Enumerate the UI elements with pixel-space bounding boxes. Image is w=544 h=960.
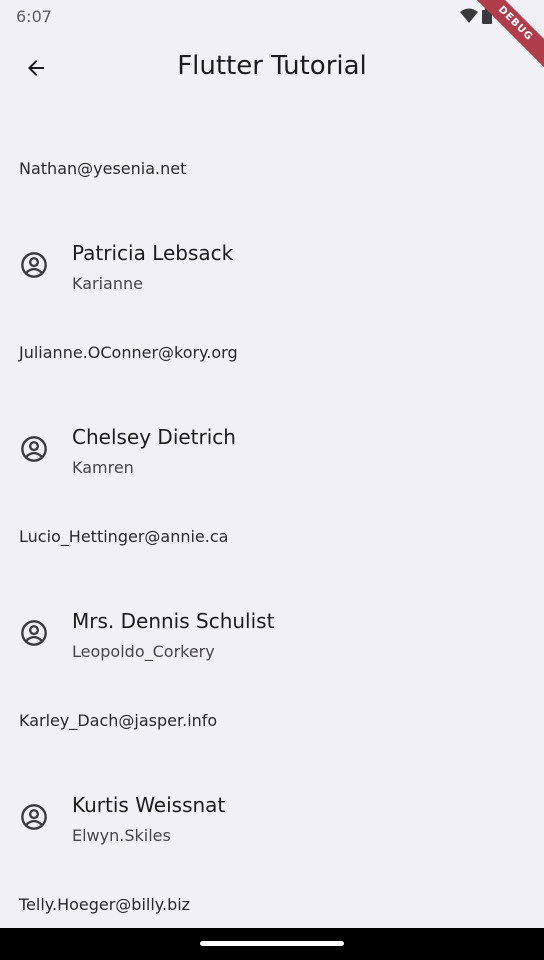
system-navigation-bar [0, 928, 544, 960]
user-list[interactable]: Nathan@yesenia.net Patricia Lebsack Kari… [0, 112, 544, 960]
user-username: Leopoldo_Corkery [72, 642, 215, 661]
home-handle[interactable] [200, 941, 344, 946]
account-circle-icon [21, 804, 47, 830]
list-item-email[interactable]: Karley_Dach@jasper.info [0, 664, 544, 776]
status-bar: 6:07 [0, 0, 544, 34]
user-username: Kamren [72, 458, 134, 477]
list-item-user[interactable]: Chelsey Dietrich Kamren [0, 408, 544, 480]
user-name: Chelsey Dietrich [72, 425, 236, 449]
email-text: Telly.Hoeger@billy.biz [19, 895, 191, 914]
list-item-user[interactable]: Mrs. Dennis Schulist Leopoldo_Corkery [0, 592, 544, 664]
list-item-email[interactable]: Nathan@yesenia.net [0, 112, 544, 224]
account-circle-icon [21, 252, 47, 278]
page-title: Flutter Tutorial [177, 51, 367, 81]
email-text: Lucio_Hettinger@annie.ca [19, 527, 229, 546]
user-username: Karianne [72, 274, 143, 293]
email-text: Julianne.OConner@kory.org [19, 343, 238, 362]
wifi-icon [460, 8, 478, 23]
list-item-user[interactable]: Kurtis Weissnat Elwyn.Skiles [0, 776, 544, 848]
email-text: Nathan@yesenia.net [19, 159, 187, 178]
status-time: 6:07 [16, 7, 52, 26]
user-name: Mrs. Dennis Schulist [72, 609, 275, 633]
user-username: Elwyn.Skiles [72, 826, 171, 845]
list-item-email[interactable]: Lucio_Hettinger@annie.ca [0, 480, 544, 592]
user-name: Kurtis Weissnat [72, 793, 226, 817]
user-name: Patricia Lebsack [72, 241, 234, 265]
email-text: Karley_Dach@jasper.info [19, 711, 218, 730]
app-bar: Flutter Tutorial [0, 36, 544, 100]
account-circle-icon [21, 620, 47, 646]
account-circle-icon [21, 436, 47, 462]
list-item-user[interactable]: Patricia Lebsack Karianne [0, 224, 544, 296]
list-item-email[interactable]: Julianne.OConner@kory.org [0, 296, 544, 408]
